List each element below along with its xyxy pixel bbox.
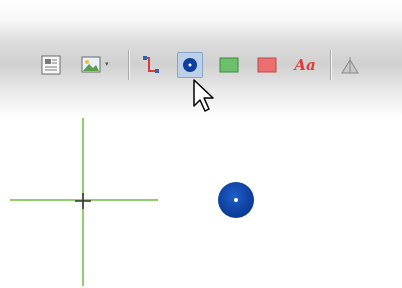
crosshair-icon	[75, 193, 91, 209]
green-rectangle-icon	[219, 57, 239, 73]
placed-point-marker[interactable]	[218, 182, 254, 218]
point-tool-icon	[183, 58, 197, 72]
mountain-icon	[341, 57, 359, 74]
mountain-button[interactable]	[338, 52, 364, 78]
connector-line-button[interactable]	[138, 52, 164, 78]
drawing-canvas[interactable]	[0, 118, 402, 288]
connector-line-icon	[143, 56, 159, 73]
text-tool-icon: Aa	[294, 56, 316, 74]
green-rectangle-button[interactable]	[216, 52, 242, 78]
image-insert-button[interactable]	[78, 52, 104, 78]
point-tool-button[interactable]	[177, 52, 203, 78]
text-tool-button[interactable]: Aa	[292, 52, 318, 78]
mouse-pointer-icon	[193, 79, 214, 112]
toolbar-separator	[128, 50, 129, 80]
chevron-down-icon[interactable]: ▾	[105, 60, 109, 68]
toolbar-separator	[330, 50, 331, 80]
page-layout-icon	[41, 55, 61, 75]
red-rectangle-button[interactable]	[254, 52, 280, 78]
red-rectangle-icon	[257, 57, 277, 73]
image-insert-icon	[81, 56, 101, 73]
page-layout-button[interactable]	[38, 52, 64, 78]
